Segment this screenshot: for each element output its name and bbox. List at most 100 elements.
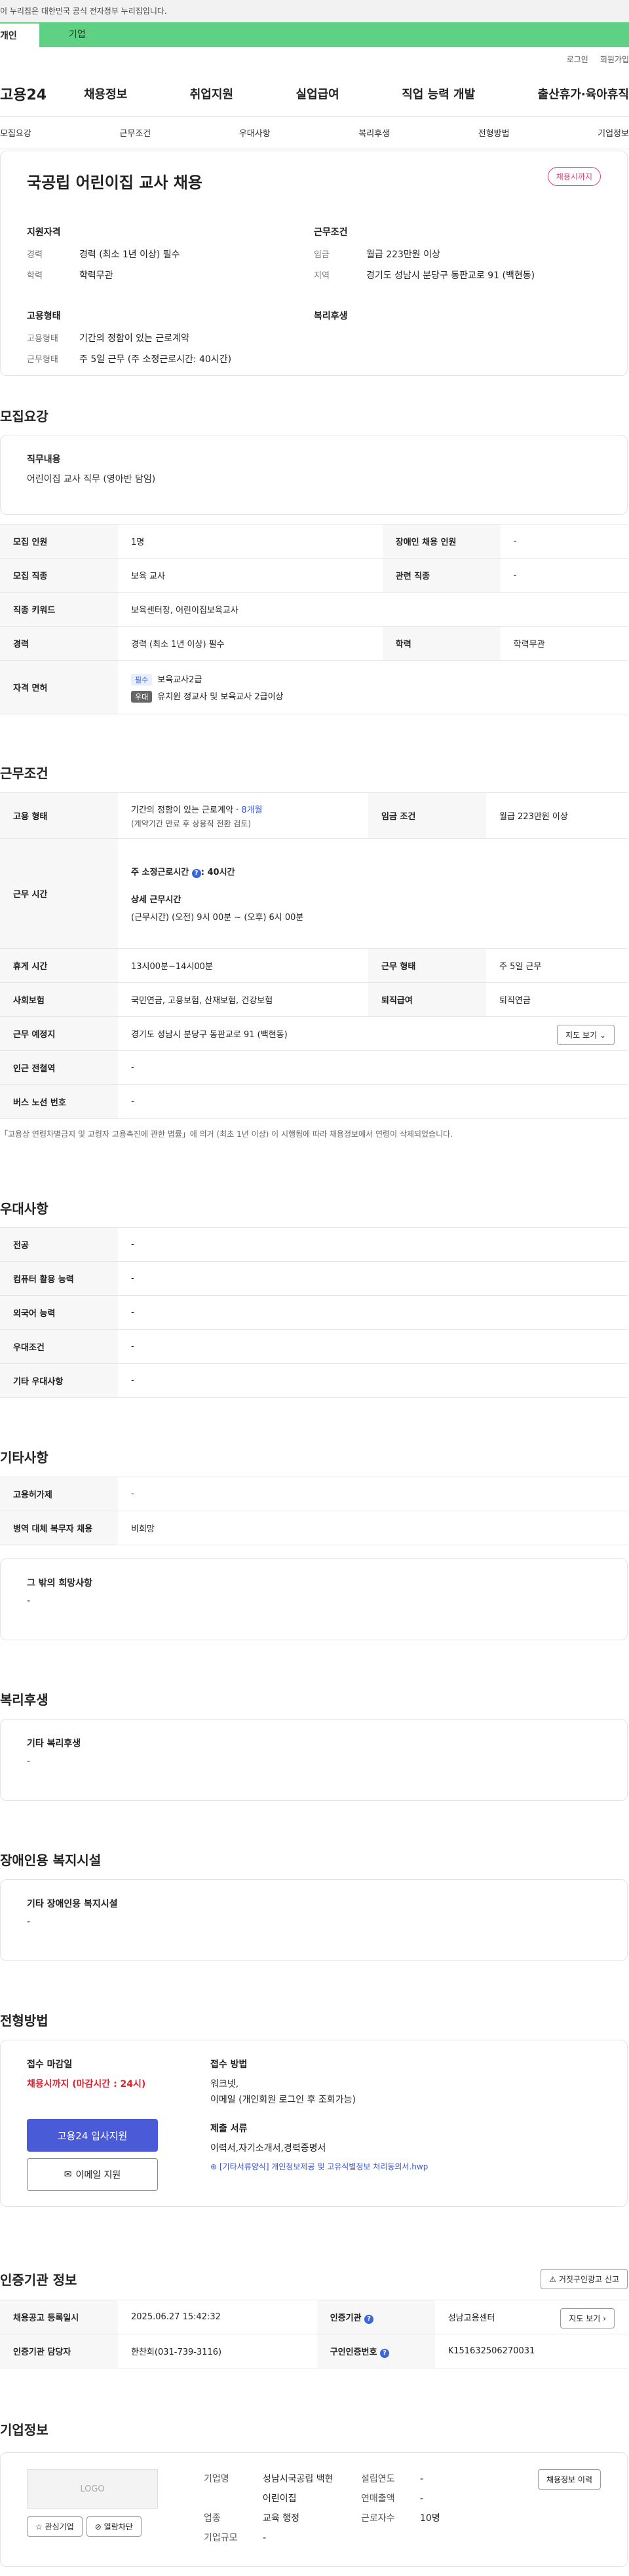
recruit-title: 모집요강	[0, 409, 48, 424]
table-row: 채용공고 등록일시 2025.06.27 15:42:32 인증기관 ? 성남고…	[0, 2300, 628, 2334]
table-row: 외국어 능력 -	[0, 1295, 628, 1330]
block-button[interactable]: ⊘ 열람차단	[86, 2516, 142, 2537]
cell-value: 퇴직연금	[486, 982, 628, 1017]
license-2: 유치원 정교사 및 보육교사 2급이상	[157, 691, 284, 702]
anchor-work[interactable]: 근무조건	[119, 126, 151, 139]
attachment-link[interactable]: ⊕ [기타서류양식] 개인정보제공 및 고유식별정보 처리동의서.hwp	[210, 2161, 428, 2172]
duty-box: 직무내용 어린이집 교사 직무 (영아반 담임)	[0, 435, 628, 515]
work-title: 근무조건	[0, 765, 48, 781]
kv-key: 지역	[314, 271, 330, 281]
table-row: 사회보험 국민연금, 고용보험, 산재보험, 건강보험 퇴직급여 퇴직연금	[0, 982, 628, 1017]
method-title: 접수 방법	[210, 2059, 248, 2070]
welfare-box: 기타 복리후생 -	[0, 1719, 628, 1801]
cert-map-button[interactable]: 지도 보기 ›	[560, 2308, 615, 2328]
menu-parental-leave[interactable]: 출산휴가·육아휴직	[538, 85, 629, 102]
cell-value: -	[118, 1050, 628, 1085]
license-1: 보육교사2급	[157, 674, 202, 685]
favorite-button[interactable]: ☆ 관심기업	[27, 2516, 83, 2537]
anchor-selection[interactable]: 전형방법	[478, 126, 510, 139]
anchor-pref[interactable]: 우대사항	[239, 126, 271, 139]
map-button-label: 지도 보기	[565, 1031, 598, 1040]
kv-value: 학력무관	[79, 270, 113, 281]
welfare-section: 복리후생	[0, 1689, 628, 1708]
table-row: 버스 노선 번호 -	[0, 1084, 628, 1119]
deadline-column: 접수 마감일 채용시까지 (마감시간 : 24시) 고용24 입사지원 ✉ 이메일…	[27, 2057, 210, 2191]
hours-detail: (근무시간) (오전) 9시 00분 ~ (오후) 6시 00분	[131, 912, 304, 923]
login-link[interactable]: 로그인	[567, 54, 588, 65]
info-key: 근로자수	[361, 2513, 395, 2524]
anchor-welfare[interactable]: 복리후생	[358, 126, 390, 139]
company-box: LOGO ☆ 관심기업 ⊘ 열람차단 기업명 성남시국공립 백현어린이집 업종 교육…	[0, 2452, 628, 2567]
cell-key: 장애인 채용 인원	[382, 524, 501, 559]
help-icon[interactable]: ?	[191, 868, 201, 878]
tab-personal[interactable]: 개인	[0, 22, 39, 47]
docs-title: 제출 서류	[210, 2124, 248, 2134]
cell-key: 고용허가제	[0, 1477, 118, 1511]
table-row: 근무 시간 주 소정근로시간 ?: 40시간 상세 근무시간 (근무시간) (오…	[0, 838, 628, 949]
kv-value: 기간의 정함이 있는 근로계약	[79, 333, 189, 344]
anchor-company[interactable]: 기업정보	[598, 126, 629, 139]
company-founded: -	[420, 2474, 424, 2484]
menu-employment-support[interactable]: 취업지원	[190, 85, 233, 102]
kv-value: 주 5일 근무 (주 소정근로시간: 40시간)	[79, 354, 232, 365]
cell-value: 경기도 성남시 분당구 동판교로 91 (백현동) 지도 보기 ⌄	[118, 1016, 628, 1051]
table-row: 인근 전철역 -	[0, 1050, 628, 1085]
cert-org: 성남고용센터	[448, 2313, 495, 2323]
company-title: 기업정보	[0, 2422, 48, 2438]
cell-value: 13시00분~14시00분	[118, 948, 368, 983]
company-section: 기업정보	[0, 2420, 628, 2438]
cell-value: 보육 교사	[118, 558, 383, 593]
site-logo[interactable]: 고용24	[0, 83, 84, 104]
table-row: 우대조건 -	[0, 1329, 628, 1364]
cell-value: 2025.06.27 15:42:32	[118, 2300, 317, 2334]
table-row: 기타 우대사항 -	[0, 1363, 628, 1398]
report-button[interactable]: ⚠ 거짓구인광고 신고	[541, 2269, 628, 2289]
cell-key: 임금 조건	[368, 792, 486, 839]
info-key: 설립연도	[361, 2474, 395, 2484]
company-info-right: 설립연도 - 연매출액 - 근로자수 10명	[361, 2469, 492, 2550]
cell-key: 자격 면허	[0, 660, 118, 714]
menu-unemployment-benefit[interactable]: 실업급여	[296, 85, 339, 102]
cell-value: -	[118, 1363, 628, 1398]
cell-key: 기타 우대사항	[0, 1363, 118, 1398]
table-row: 병역 대체 복무자 채용 비희망	[0, 1511, 628, 1545]
cell-value: K151632506270031	[434, 2334, 628, 2368]
kv-value: 경기도 성남시 분당구 동판교로 91 (백현동)	[366, 270, 535, 281]
facility-box-title: 기타 장애인용 복지시설	[27, 1899, 118, 1909]
favorite-label: 관심기업	[45, 2522, 74, 2531]
cell-key: 모집 직종	[0, 558, 118, 593]
job-history-button[interactable]: 채용정보 이력	[537, 2469, 601, 2490]
company-info-left: 기업명 성남시국공립 백현어린이집 업종 교육 행정 기업규모 -	[204, 2469, 361, 2550]
hours-main-value: : 40시간	[200, 867, 235, 877]
apply-button[interactable]: 고용24 입사지원	[27, 2119, 158, 2152]
cell-key: 인증기관 ?	[316, 2300, 435, 2334]
cert-org-key: 인증기관	[330, 2313, 362, 2323]
qualification-block: 지원자격 경력 경력 (최소 1년 이상) 필수 학력 학력무관	[27, 225, 314, 289]
cell-value: -	[118, 1295, 628, 1330]
deadline-title: 접수 마감일	[27, 2059, 73, 2070]
cell-key: 고용 형태	[0, 792, 118, 839]
table-row: 직종 키워드 보육센터장, 어린이집보육교사	[0, 592, 628, 627]
menu-vocational-training[interactable]: 직업 능력 개발	[402, 85, 475, 102]
menu-jobs[interactable]: 채용정보	[84, 85, 127, 102]
deadline-value: 채용시까지 (마감시간 : 24시)	[27, 2079, 146, 2089]
cell-value: -	[118, 1084, 628, 1119]
tab-company[interactable]: 기업	[39, 22, 629, 47]
cell-key: 버스 노선 번호	[0, 1084, 118, 1119]
info-icon[interactable]: ?	[380, 2348, 389, 2358]
cert-table: 채용공고 등록일시 2025.06.27 15:42:32 인증기관 ? 성남고…	[0, 2300, 628, 2368]
work-table: 고용 형태 기간의 정함이 있는 근로계약 · 8개월 (계약기간 만료 후 상…	[0, 792, 628, 1139]
cell-value: -	[118, 1227, 628, 1262]
info-icon[interactable]: ?	[364, 2314, 374, 2324]
company-employees: 10명	[420, 2513, 440, 2524]
welfare-block: 복리후생	[314, 309, 601, 373]
email-apply-button[interactable]: ✉ 이메일 지원	[27, 2158, 158, 2191]
anchor-recruit[interactable]: 모집요강	[0, 126, 31, 139]
condition-title: 근무조건	[314, 227, 348, 238]
kv-key: 경력	[27, 250, 43, 260]
kv-key: 근무형태	[27, 355, 58, 365]
signup-link[interactable]: 회원가입	[600, 54, 629, 65]
company-actions: 채용정보 이력	[537, 2469, 601, 2550]
map-button[interactable]: 지도 보기 ⌄	[557, 1025, 615, 1045]
cell-key: 학력	[382, 626, 501, 661]
